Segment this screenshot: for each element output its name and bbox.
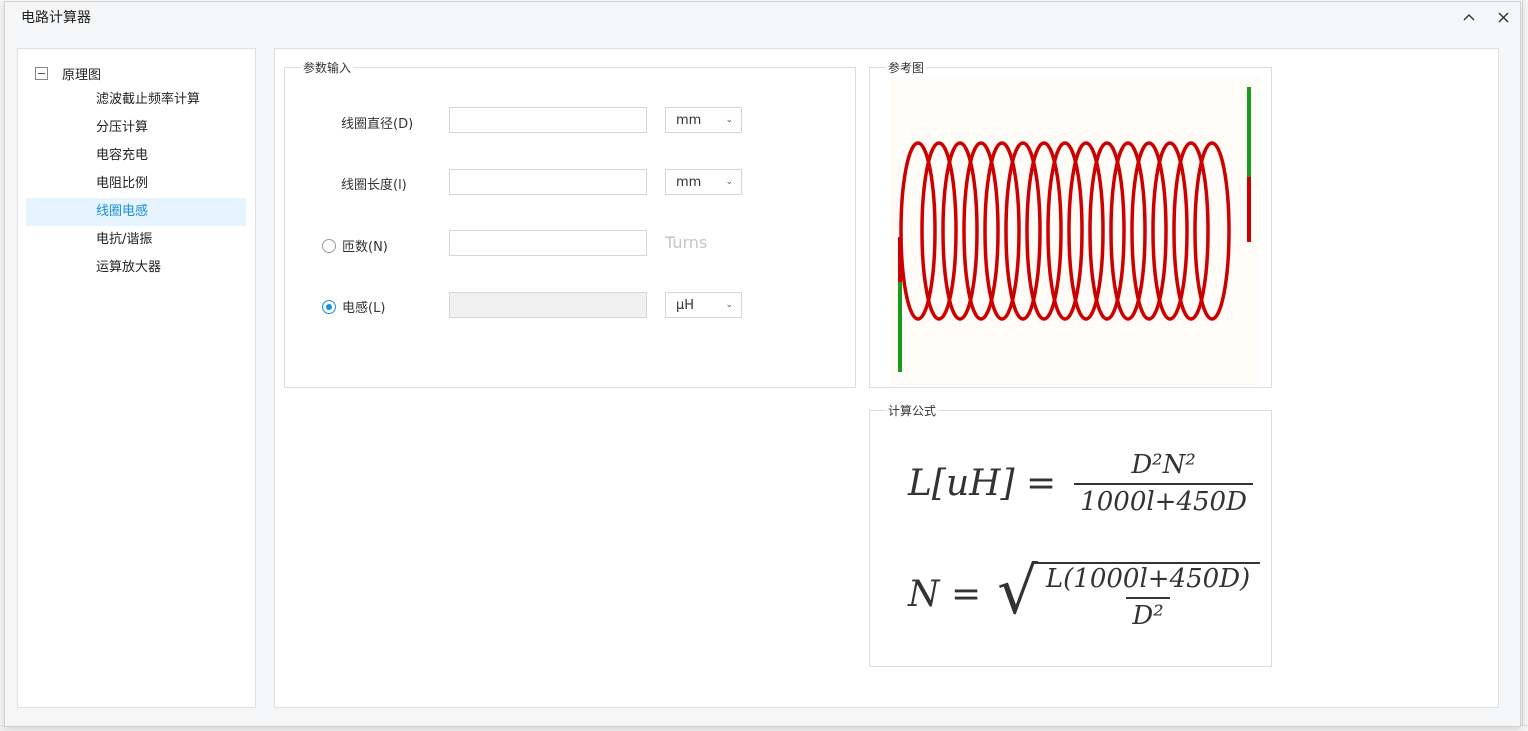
tree-item-voltage-divider[interactable]: 分压计算: [26, 114, 246, 142]
turns-formula: N = √ L(1000l+450D) D²: [908, 555, 1261, 631]
diameter-unit-select[interactable]: mm ⌄: [665, 107, 742, 133]
length-row: 线圈长度(l): [341, 174, 407, 193]
tree-root-label: 原理图: [62, 68, 102, 83]
formula1-lhs: L[uH] =: [908, 463, 1057, 504]
formula2-fraction: L(1000l+450D) D²: [1040, 564, 1256, 631]
diameter-unit-value: mm: [676, 112, 702, 128]
length-label: 线圈长度(l): [341, 178, 407, 193]
tree-items: 滤波截止频率计算 分压计算 电容充电 电阻比例 线圈电感 电抗/谐振 运算放大器: [26, 86, 246, 282]
collapse-button[interactable]: [1452, 2, 1486, 32]
reference-image-legend: 参考图: [888, 61, 925, 75]
inductance-radio[interactable]: [322, 299, 336, 314]
inductance-row[interactable]: 电感(L): [322, 297, 385, 316]
formula-legend: 计算公式: [888, 404, 937, 418]
inductance-unit-select[interactable]: μH ⌄: [665, 292, 742, 318]
nav-tree-panel: 原理图 滤波截止频率计算 分压计算 电容充电 电阻比例 线圈电感 电抗/谐振 运…: [17, 48, 256, 708]
formula1-fraction: D²N² 1000l+450D: [1074, 450, 1253, 517]
coil-icon: [898, 87, 1251, 372]
inductance-label: 电感(L): [342, 301, 386, 316]
background-app-edge-right: [1522, 0, 1528, 731]
inductance-unit-value: μH: [676, 297, 695, 313]
tree-item-coil-inductance[interactable]: 线圈电感: [26, 198, 246, 226]
turns-row[interactable]: 匝数(N): [322, 236, 388, 255]
formula1-numerator: D²N²: [1131, 450, 1196, 480]
tree-item-capacitor-charge[interactable]: 电容充电: [26, 142, 246, 170]
tree-item-reactance-resonance[interactable]: 电抗/谐振: [26, 226, 246, 254]
chevron-up-icon: [1463, 14, 1475, 21]
formula1-denominator: 1000l+450D: [1074, 483, 1253, 517]
formula2-denominator: D²: [1126, 597, 1170, 631]
chevron-down-icon: ⌄: [725, 115, 733, 125]
chevron-down-icon: ⌄: [725, 177, 733, 187]
length-input[interactable]: [449, 169, 647, 195]
close-icon: [1498, 12, 1508, 22]
turns-input[interactable]: [449, 230, 647, 256]
tree-root[interactable]: 原理图: [35, 64, 101, 83]
turns-unit-text: Turns: [665, 233, 708, 252]
collapse-minus-icon[interactable]: [35, 67, 48, 80]
sqrt-icon: √: [997, 555, 1038, 629]
inductance-formula: L[uH] = D²N² 1000l+450D: [908, 450, 1253, 517]
formula2-numerator: L(1000l+450D): [1045, 564, 1251, 594]
turns-radio[interactable]: [322, 238, 336, 253]
coil-diagram: [890, 77, 1260, 385]
diameter-label: 线圈直径(D): [341, 117, 414, 132]
length-unit-value: mm: [676, 174, 702, 190]
diameter-row: 线圈直径(D): [341, 113, 413, 132]
title-bar: 电路计算器: [5, 2, 1520, 32]
formula2-sqrt: √ L(1000l+450D) D²: [997, 555, 1261, 631]
parameter-input-legend: 参数输入: [303, 61, 352, 75]
diameter-input[interactable]: [449, 107, 647, 133]
tree-item-filter-cutoff[interactable]: 滤波截止频率计算: [26, 86, 246, 114]
formula2-lhs: N =: [908, 574, 982, 615]
tree-item-resistor-ratio[interactable]: 电阻比例: [26, 170, 246, 198]
window-title: 电路计算器: [21, 10, 91, 26]
turns-label: 匝数(N): [342, 240, 388, 255]
chevron-down-icon: ⌄: [725, 300, 733, 310]
inductance-output: [449, 292, 647, 318]
tree-item-op-amp[interactable]: 运算放大器: [26, 254, 246, 282]
close-button[interactable]: [1486, 2, 1520, 32]
length-unit-select[interactable]: mm ⌄: [665, 169, 742, 195]
